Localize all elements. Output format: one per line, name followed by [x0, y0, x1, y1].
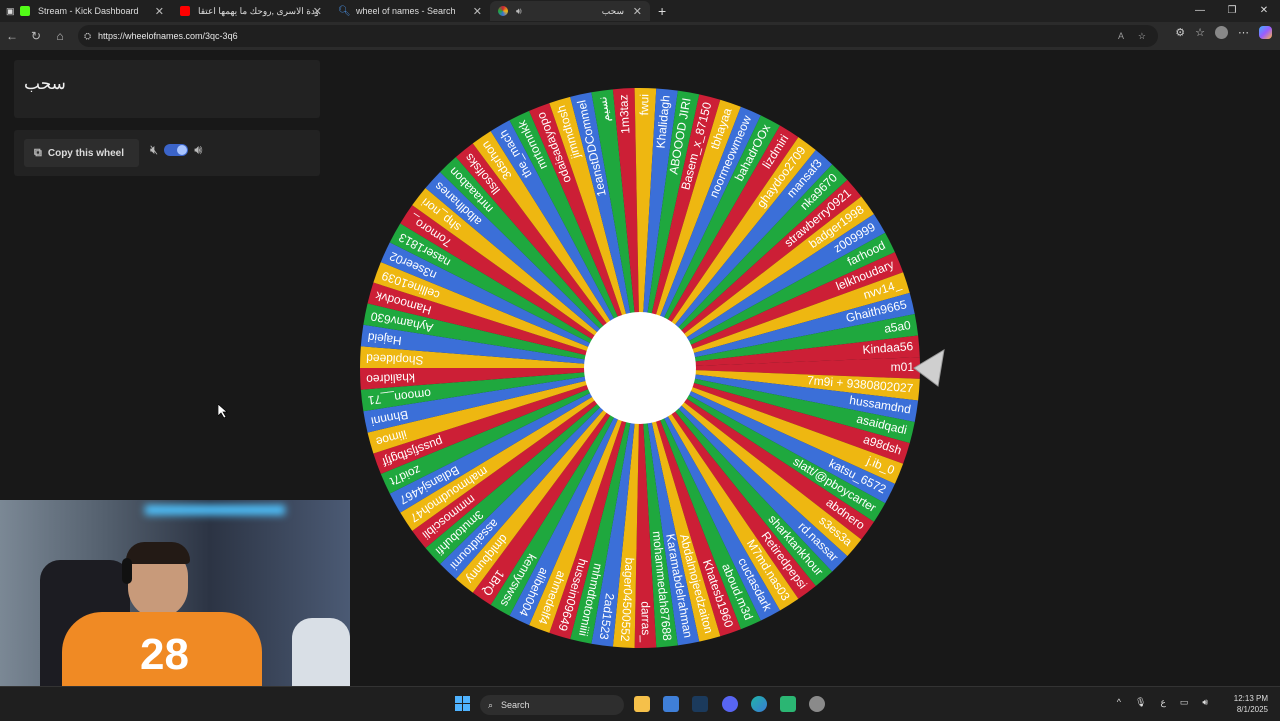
search-icon: 🔍︎ — [338, 6, 351, 17]
toolbar-icons: ⚙ ☆ ⋯ — [1175, 26, 1272, 39]
minimize-icon[interactable]: — — [1184, 0, 1216, 22]
extensions-icon[interactable]: ⚙ — [1175, 26, 1185, 39]
close-tab-icon[interactable]: ✕ — [313, 5, 322, 18]
copilot-icon[interactable] — [1259, 26, 1272, 39]
wheel-entry-label: Shopldeed — [366, 351, 424, 367]
tab-kick[interactable]: Stream - Kick Dashboard ✕ — [12, 1, 172, 21]
wheel[interactable]: m017m9i + 9380802027hussamdndasaidqadia9… — [358, 86, 922, 650]
webcam-light — [145, 505, 285, 515]
page-content: سحب ⧉ Copy this wheel 🔇︎ 🔊︎ m01 7m9i + 93… — [0, 50, 1280, 686]
microphone-icon[interactable]: 🎙︎ — [1135, 697, 1146, 708]
store-icon[interactable] — [663, 696, 679, 712]
close-tab-icon[interactable]: ✕ — [633, 5, 642, 18]
taskbar-search[interactable]: ⌕ Search — [480, 695, 624, 715]
kick-icon — [20, 6, 30, 16]
wheel-entry-label: fwui — [637, 94, 651, 116]
browser-tab-bar: ▣ Stream - Kick Dashboard ✕ انشودة الاسر… — [0, 0, 1280, 22]
window-controls: — ❐ ✕ — [1184, 0, 1280, 22]
tab-search[interactable]: 🔍︎ wheel of names - Search ✕ — [330, 1, 490, 21]
taskbar: ⌕ Search ^ 🎙︎ ع ▭ 🔊︎ 12:13 PM 8/1/2025 — [0, 686, 1280, 721]
tab-label: انشودة الاسرى ,روحك ما يهمها اعتقا — [198, 5, 318, 16]
tab-label: wheel of names - Search — [356, 6, 456, 16]
url-text: https://wheelofnames.com/3qc-3q6 — [98, 31, 238, 41]
file-explorer-icon[interactable] — [634, 696, 650, 712]
wheel-favicon-icon — [498, 6, 508, 16]
volume-icon[interactable]: 🔊︎ — [194, 142, 202, 158]
taskbar-search-label: Search — [501, 700, 530, 710]
app-icon[interactable] — [780, 696, 796, 712]
address-bar-row: ← ↻ ⌂ ⛭ https://wheelofnames.com/3qc-3q6… — [0, 22, 1280, 50]
settings-icon[interactable] — [809, 696, 825, 712]
mouse-cursor-icon — [218, 404, 228, 418]
close-tab-icon[interactable]: ✕ — [155, 5, 164, 18]
discord-icon[interactable] — [722, 696, 738, 712]
more-icon[interactable]: ⋯ — [1238, 26, 1249, 39]
tab-actions-icon[interactable]: ▣ — [0, 1, 15, 21]
close-window-icon[interactable]: ✕ — [1248, 0, 1280, 22]
clock[interactable]: 12:13 PM 8/1/2025 — [1234, 693, 1268, 715]
jersey-number: 28 — [140, 630, 189, 679]
start-icon[interactable] — [455, 696, 470, 711]
wheel-entry-label: darras_ — [638, 601, 653, 642]
tab-wheel[interactable]: 🔊︎ سحب ✕ — [490, 1, 650, 21]
wheel-center-button[interactable] — [584, 312, 696, 424]
edge-icon[interactable] — [751, 696, 767, 712]
tab-label: Stream - Kick Dashboard — [38, 6, 139, 16]
wheel-title-card: سحب — [14, 60, 320, 118]
wheel-entry-label: khalidreo — [366, 371, 416, 387]
webcam-overlay: 28 — [0, 500, 350, 686]
language-indicator[interactable]: ع — [1160, 697, 1165, 708]
network-icon[interactable]: ▭ — [1180, 697, 1189, 708]
restore-icon[interactable]: ❐ — [1216, 0, 1248, 22]
new-tab-icon[interactable]: + — [650, 1, 674, 21]
home-icon[interactable]: ⌂ — [48, 29, 72, 43]
back-icon[interactable]: ← — [0, 29, 24, 43]
steam-icon[interactable] — [692, 696, 708, 712]
clock-time: 12:13 PM — [1233, 694, 1268, 703]
profile-avatar[interactable] — [1215, 26, 1228, 39]
mute-icon[interactable]: 🔇︎ — [150, 142, 158, 158]
refresh-icon[interactable]: ↻ — [24, 29, 48, 43]
favorite-star-icon[interactable]: ☆ — [1138, 31, 1146, 42]
system-tray: ^ 🎙︎ ع ▭ 🔊︎ — [1117, 697, 1208, 708]
volume-icon[interactable]: 🔊︎ — [1202, 697, 1208, 708]
copy-wheel-label: Copy this wheel — [47, 147, 124, 159]
favorites-icon[interactable]: ☆ — [1195, 26, 1205, 39]
clock-date: 8/1/2025 — [1236, 705, 1268, 714]
tray-overflow-icon[interactable]: ^ — [1117, 697, 1121, 708]
read-aloud-icon[interactable]: A — [1118, 31, 1124, 41]
tab-youtube[interactable]: انشودة الاسرى ,روحك ما يهمها اعتقا ✕ — [172, 1, 330, 21]
site-info-icon[interactable]: ⛭ — [84, 31, 91, 42]
streamer-hair — [126, 542, 190, 564]
wheel-title: سحب — [24, 74, 66, 93]
headset-icon — [122, 558, 132, 584]
sound-toggle[interactable] — [164, 144, 189, 156]
wheel-pointer-icon — [913, 349, 945, 387]
search-icon: ⌕ — [488, 699, 494, 710]
youtube-icon — [180, 6, 190, 16]
wheel-actions-card: ⧉ Copy this wheel 🔇︎ 🔊︎ — [14, 130, 320, 176]
copy-wheel-button[interactable]: ⧉ Copy this wheel — [24, 139, 139, 167]
tab-label: سحب — [601, 5, 624, 16]
close-tab-icon[interactable]: ✕ — [473, 5, 482, 18]
copy-icon: ⧉ — [34, 146, 42, 159]
sound-controls: 🔇︎ 🔊︎ — [150, 142, 202, 158]
speaker-icon[interactable]: 🔊︎ — [516, 6, 522, 17]
wheel-entry-label: 1m3taz — [616, 94, 632, 134]
wheel-entry-label: m01 — [891, 360, 915, 374]
person-background — [292, 618, 350, 686]
url-field[interactable]: ⛭ https://wheelofnames.com/3qc-3q6 A ☆ — [78, 25, 1158, 47]
